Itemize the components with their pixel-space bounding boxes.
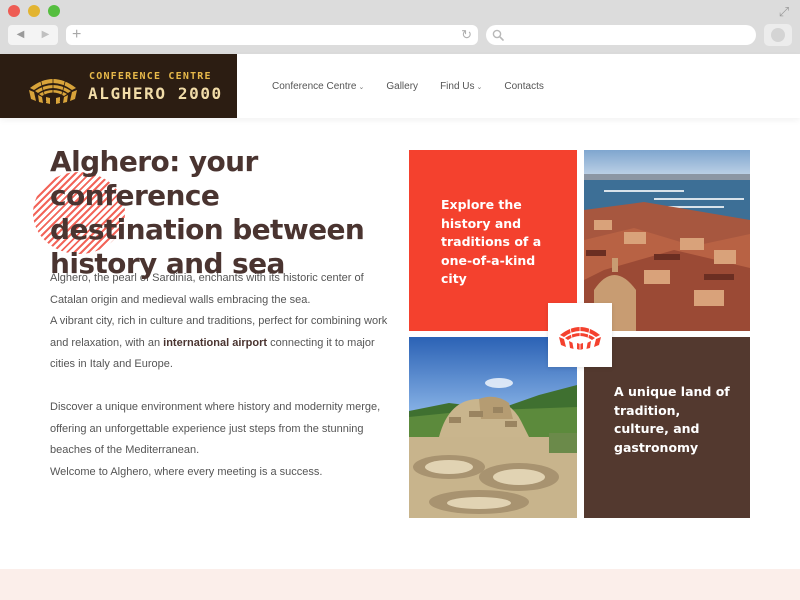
nav-item-gallery[interactable]: Gallery	[386, 81, 418, 92]
close-window-button[interactable]	[8, 5, 20, 17]
discover-text-1: Discover a unique environment where hist…	[50, 401, 381, 456]
extension-icon	[771, 28, 785, 42]
browser-search-input[interactable]	[486, 25, 756, 45]
fullscreen-icon[interactable]: ⤢	[776, 4, 792, 20]
discover-paragraph: Discover a unique environment where hist…	[50, 397, 395, 483]
unique-land-text: A unique land of tradition, culture, and…	[614, 384, 730, 455]
extension-button[interactable]	[764, 24, 792, 46]
back-button[interactable]: ◀	[8, 25, 33, 45]
arena-logo-icon	[29, 74, 77, 104]
forward-button[interactable]: ▶	[33, 25, 58, 45]
page-title: Alghero: your conference destination bet…	[50, 145, 365, 280]
nav-item-contacts[interactable]: Contacts	[504, 81, 543, 92]
chevron-down-icon: ⌄	[358, 83, 365, 91]
nav-item-label: Find Us	[440, 80, 475, 92]
logo-subtitle: CONFERENCE CENTRE	[89, 71, 212, 82]
search-icon	[492, 29, 504, 41]
nav-item-conference-centre[interactable]: Conference Centre ⌄	[272, 81, 364, 92]
browser-chrome: ⤢ ◀ ▶ + ↻	[0, 0, 800, 54]
nav-item-label: Contacts	[504, 80, 544, 92]
reload-icon[interactable]: ↻	[461, 25, 472, 45]
minimize-window-button[interactable]	[28, 5, 40, 17]
nav-item-find-us[interactable]: Find Us ⌄	[440, 81, 482, 92]
nav-item-label: Conference Centre	[272, 80, 357, 92]
chevron-down-icon: ⌄	[476, 83, 483, 91]
main-nav: Conference Centre ⌄ Gallery Find Us ⌄ Cont…	[272, 54, 566, 118]
maximize-window-button[interactable]	[48, 5, 60, 17]
nav-item-label: Gallery	[386, 80, 419, 92]
address-bar[interactable]: + ↻	[66, 25, 478, 45]
footer-band	[0, 569, 800, 600]
new-tab-icon[interactable]: +	[72, 25, 81, 45]
logo-title: ALGHERO 2000	[88, 84, 223, 103]
history-nav: ◀ ▶	[8, 25, 58, 45]
logo-badge	[548, 303, 612, 367]
intro-highlight: international airport	[163, 336, 268, 349]
site-header: CONFERENCE CENTRE ALGHERO 2000 Conferenc…	[0, 54, 800, 118]
intro-paragraph: Alghero, the pearl of Sardinia, enchants…	[50, 268, 395, 376]
explore-history-text: Explore the history and traditions of a …	[441, 197, 542, 286]
discover-text-2: Welcome to Alghero, where every meeting …	[50, 465, 323, 478]
arena-logo-red-icon	[559, 323, 601, 350]
site-logo[interactable]: CONFERENCE CENTRE ALGHERO 2000	[0, 54, 237, 118]
